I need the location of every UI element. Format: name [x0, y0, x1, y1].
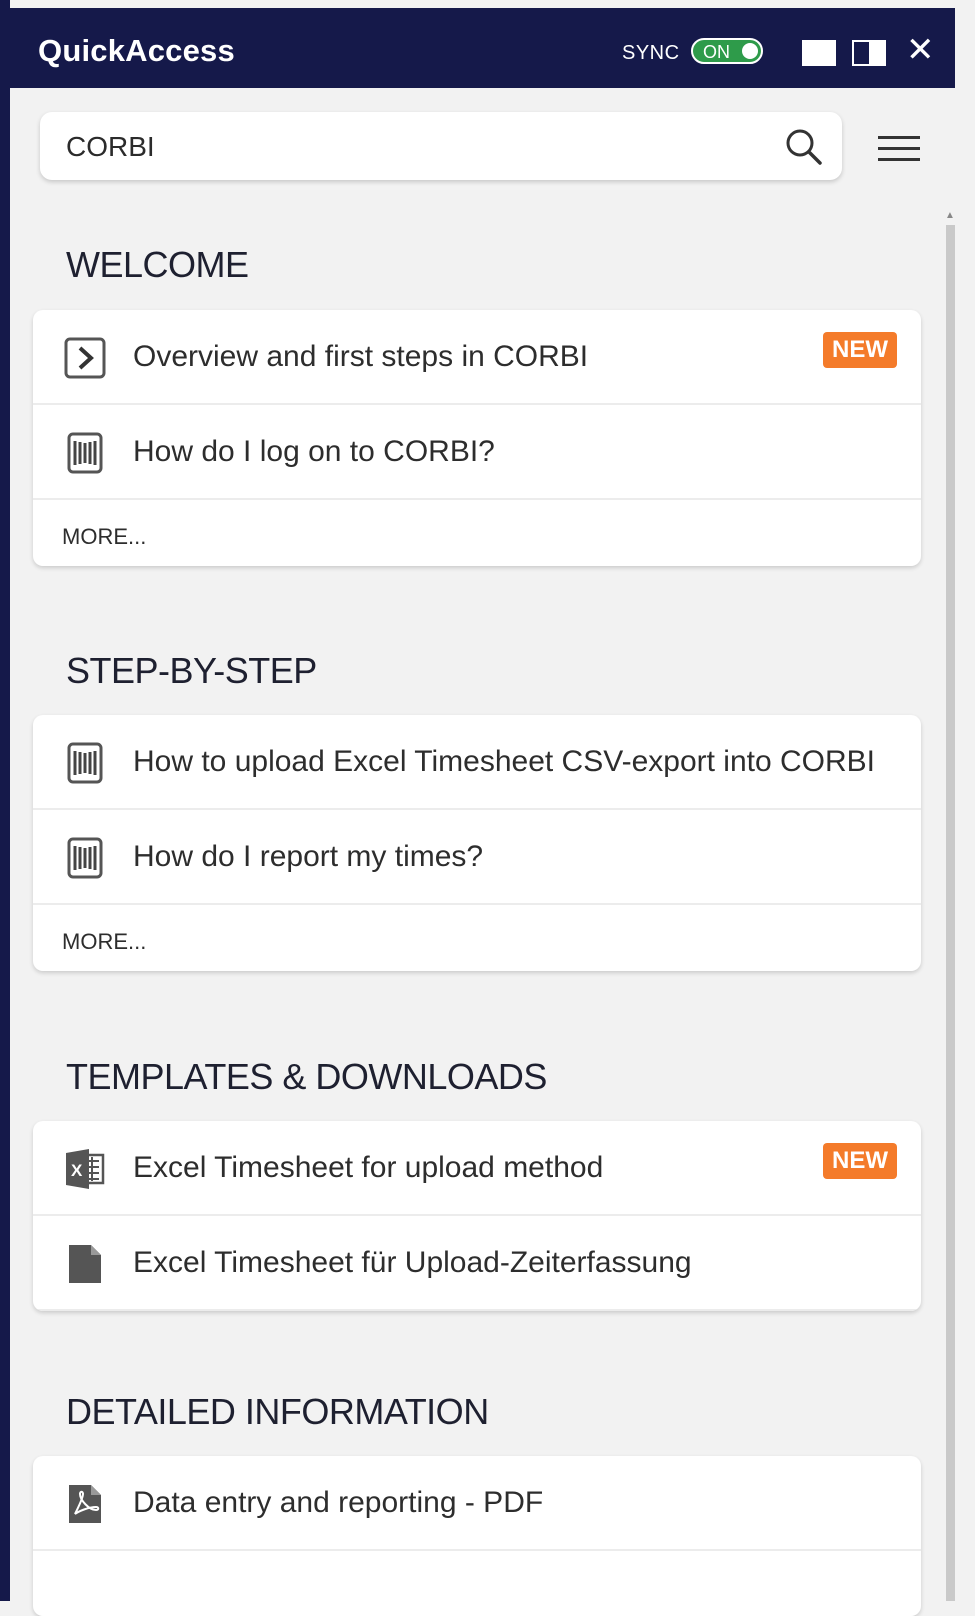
list-item-label: Overview and first steps in CORBI — [133, 340, 589, 373]
list-item-label: How do I log on to CORBI? — [133, 435, 495, 468]
step-by-step-card: How to upload Excel Timesheet CSV-export… — [33, 715, 921, 971]
document-icon — [69, 1245, 101, 1283]
app-title: QuickAccess — [38, 33, 235, 68]
more-link-label: MORE... — [62, 524, 147, 549]
new-badge: NEW — [823, 1143, 897, 1179]
more-link[interactable]: MORE... — [33, 500, 921, 566]
list-item[interactable]: How do I log on to CORBI? — [33, 405, 921, 500]
list-item-label: Excel Timesheet für Upload-Zeiterfassung — [133, 1246, 692, 1279]
list-item[interactable]: Excel Timesheet für Upload-Zeiterfassung — [33, 1216, 921, 1311]
new-badge: NEW — [823, 332, 897, 368]
list-item[interactable]: Data entry and reporting - PDF — [33, 1456, 921, 1551]
excel-icon: X — [66, 1149, 105, 1189]
list-item-label: Data entry and reporting - PDF — [133, 1486, 544, 1519]
hamburger-menu-icon[interactable] — [878, 134, 920, 164]
book-icon — [67, 432, 103, 474]
search-icon[interactable] — [784, 127, 824, 167]
section-title-detailed-information: DETAILED INFORMATION — [66, 1391, 489, 1432]
list-item[interactable]: Overview and first steps in CORBI NEW — [33, 310, 921, 405]
split-view-icon[interactable] — [852, 40, 886, 66]
list-item[interactable]: X Excel Timesheet for upload method NEW — [33, 1121, 921, 1216]
pdf-icon — [69, 1485, 101, 1523]
toggle-knob — [742, 43, 758, 59]
scrollbar[interactable] — [946, 225, 955, 1601]
book-icon — [67, 837, 103, 879]
chevron-right-box-icon — [64, 337, 106, 379]
templates-downloads-card: X Excel Timesheet for upload method NEW … — [33, 1121, 921, 1311]
close-icon[interactable]: ✕ — [906, 30, 935, 70]
sync-toggle-state: ON — [703, 42, 730, 62]
window-left-border — [0, 0, 10, 1601]
search-input[interactable] — [64, 112, 768, 182]
list-item[interactable]: How to upload Excel Timesheet CSV-export… — [33, 715, 921, 810]
list-item-label: How to upload Excel Timesheet CSV-export… — [133, 745, 876, 778]
more-link[interactable]: MORE... — [33, 905, 921, 971]
list-item[interactable]: How do I report my times? — [33, 810, 921, 905]
search-box — [40, 112, 842, 182]
section-title-templates-downloads: TEMPLATES & DOWNLOADS — [66, 1056, 547, 1097]
sync-toggle[interactable]: ON — [691, 38, 763, 64]
scroll-up-arrow-icon[interactable]: ▲ — [945, 210, 955, 221]
section-title-welcome: WELCOME — [66, 244, 249, 285]
svg-text:X: X — [71, 1161, 83, 1180]
welcome-card: Overview and first steps in CORBI NEW Ho… — [33, 310, 921, 566]
more-link-label: MORE... — [62, 929, 147, 954]
list-item-label: How do I report my times? — [133, 840, 484, 873]
list-item-label: Excel Timesheet for upload method — [133, 1151, 604, 1184]
section-title-step-by-step: STEP-BY-STEP — [66, 650, 317, 691]
title-bar: QuickAccess SYNC ON ✕ — [10, 8, 955, 88]
book-icon — [67, 742, 103, 784]
detailed-information-card: Data entry and reporting - PDF — [33, 1456, 921, 1616]
full-view-icon[interactable] — [802, 40, 836, 66]
sync-label: SYNC — [622, 42, 680, 64]
